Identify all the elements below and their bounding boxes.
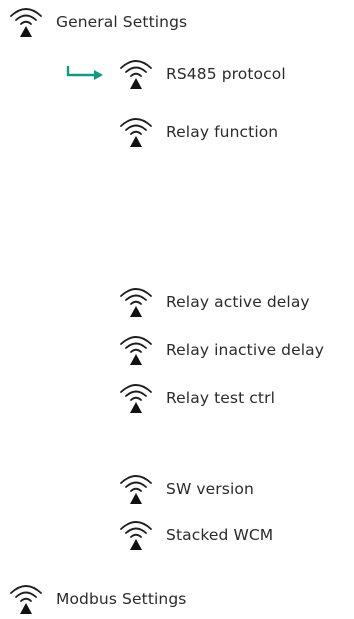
wireless-signal-icon xyxy=(118,284,154,320)
wireless-signal-icon xyxy=(118,380,154,416)
menu-item-label: Relay active delay xyxy=(166,293,310,311)
menu-item-relay-function[interactable]: Relay function xyxy=(118,112,278,152)
wireless-signal-icon xyxy=(118,471,154,507)
wireless-signal-icon xyxy=(118,332,154,368)
menu-item-rs485-protocol[interactable]: RS485 protocol xyxy=(118,54,286,94)
menu-item-label: Modbus Settings xyxy=(56,590,187,608)
menu-item-label: Relay test ctrl xyxy=(166,389,275,407)
wireless-signal-icon xyxy=(118,517,154,553)
menu-item-label: RS485 protocol xyxy=(166,65,286,83)
menu-item-modbus-settings[interactable]: Modbus Settings xyxy=(8,579,186,619)
menu-item-label: SW version xyxy=(166,480,254,498)
menu-item-label: Stacked WCM xyxy=(166,526,274,544)
menu-item-relay-test-ctrl[interactable]: Relay test ctrl xyxy=(118,378,275,418)
menu-item-general-settings[interactable]: General Settings xyxy=(8,2,187,42)
menu-item-relay-active-delay[interactable]: Relay active delay xyxy=(118,282,310,322)
menu-item-label: Relay inactive delay xyxy=(166,341,325,359)
menu-item-label: General Settings xyxy=(56,13,188,31)
wireless-signal-icon xyxy=(118,114,154,150)
wireless-signal-icon xyxy=(8,581,44,617)
selection-arrow-icon xyxy=(66,66,103,80)
menu-item-relay-inactive-delay[interactable]: Relay inactive delay xyxy=(118,330,324,370)
menu-item-label: Relay function xyxy=(166,123,279,141)
menu-item-sw-version[interactable]: SW version xyxy=(118,469,254,509)
menu-item-stacked-wcm[interactable]: Stacked WCM xyxy=(118,515,273,555)
wireless-signal-icon xyxy=(8,4,44,40)
wireless-signal-icon xyxy=(118,56,154,92)
